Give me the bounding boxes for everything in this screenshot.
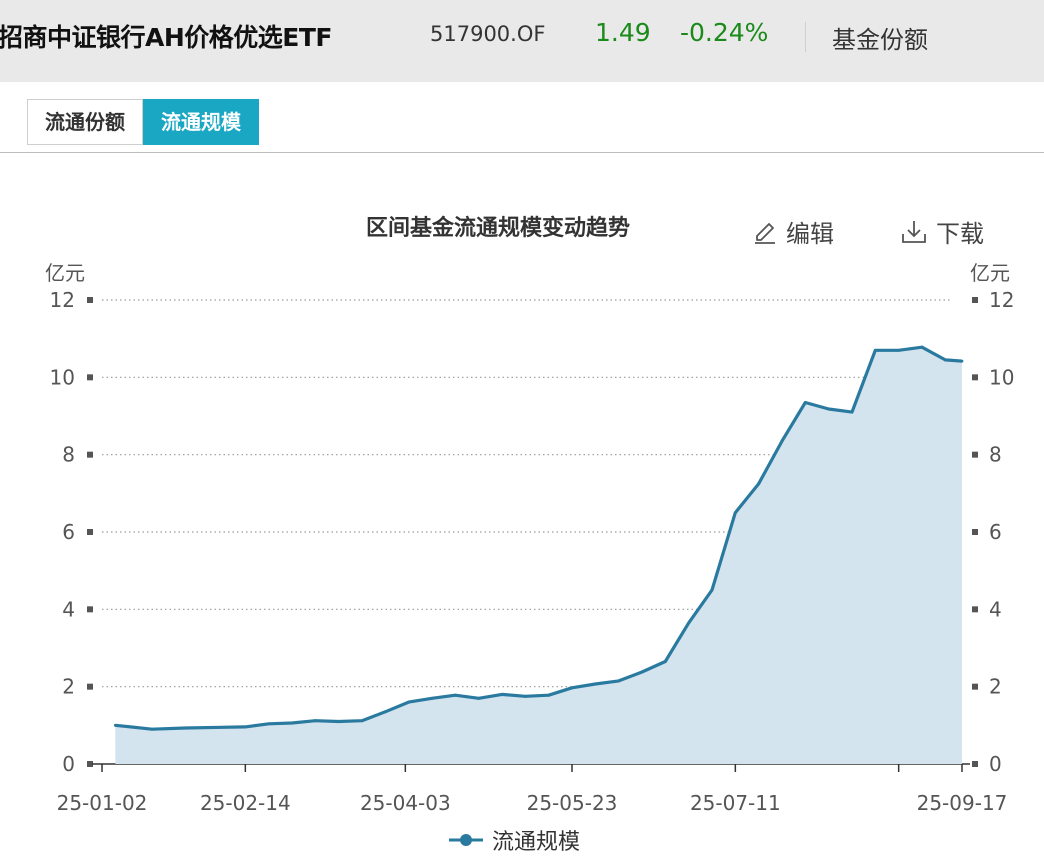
data-point [243,725,247,729]
data-point [710,588,714,592]
data-point [477,696,481,700]
data-point [663,660,667,663]
y-tick-mark-right [972,451,978,458]
y-tick-label-right: 12 [989,288,1014,312]
y-tick-label-left: 8 [62,443,75,467]
data-point [523,694,527,698]
data-point [220,725,224,729]
data-point [430,696,434,700]
data-point [453,693,457,697]
legend-marker [449,834,483,846]
y-tick-mark-left [87,297,93,303]
data-point [943,358,947,362]
area-chart: 0 0 2 2 4 4 6 6 8 8 10 10 12 12 25-01-02 25-02-14 25-04-… [50,288,1015,815]
legend-label: 流通规模 [492,830,581,855]
y-tick-mark-right [972,606,978,613]
y-tick-mark-left [87,606,93,613]
y-tick-mark-right [972,761,978,767]
y-tick-mark-right [972,683,978,690]
data-point [780,439,784,443]
data-point [383,710,387,714]
y-tick-mark-left [87,683,93,690]
data-point [183,726,187,730]
data-point [500,693,504,696]
data-point [593,682,597,686]
data-point [547,693,551,697]
data-point [960,359,964,363]
data-point [313,719,317,723]
data-point [733,511,737,515]
data-point [827,407,831,411]
data-point [113,723,117,727]
data-point [290,721,294,725]
data-point [850,410,854,414]
y-tick-mark-right [972,529,978,535]
x-tick-label: 25-09-17 [917,791,1008,815]
y-tick-label-right: 6 [989,520,1002,544]
y-tick-label-left: 2 [62,675,75,699]
data-point [920,345,924,349]
y-tick-label-right: 8 [989,443,1002,467]
data-point [897,348,901,352]
y-tick-label-right: 2 [989,675,1002,699]
x-tick-label: 25-04-03 [360,791,451,815]
data-point [617,679,621,683]
data-point [873,348,877,352]
chart-legend[interactable]: 流通规模 [448,824,580,856]
x-tick-label: 25-02-14 [200,791,291,815]
data-point [337,720,341,723]
x-tick-label: 25-07-11 [690,791,781,815]
x-tick-label: 25-01-02 [57,791,148,815]
data-point [687,621,691,625]
data-point [407,700,411,704]
data-point [640,670,644,674]
y-tick-label-left: 10 [50,365,75,389]
y-tick-label-left: 12 [50,288,75,312]
y-tick-label-left: 4 [62,597,75,621]
x-tick-label: 25-05-23 [527,791,618,815]
data-point [267,722,271,726]
y-tick-label-left: 0 [62,752,75,776]
data-point [803,401,807,404]
y-tick-mark-right [972,297,978,303]
y-tick-label-left: 6 [62,520,75,544]
y-tick-mark-left [87,529,93,535]
y-tick-mark-left [87,451,93,458]
data-point [570,686,574,690]
data-point [150,727,154,731]
y-tick-mark-right [972,374,978,381]
data-point [360,719,364,723]
y-tick-label-right: 10 [989,365,1014,389]
y-tick-mark-left [87,374,93,381]
y-tick-label-right: 0 [989,752,1002,776]
data-point [757,482,761,486]
y-tick-label-right: 4 [989,597,1002,621]
